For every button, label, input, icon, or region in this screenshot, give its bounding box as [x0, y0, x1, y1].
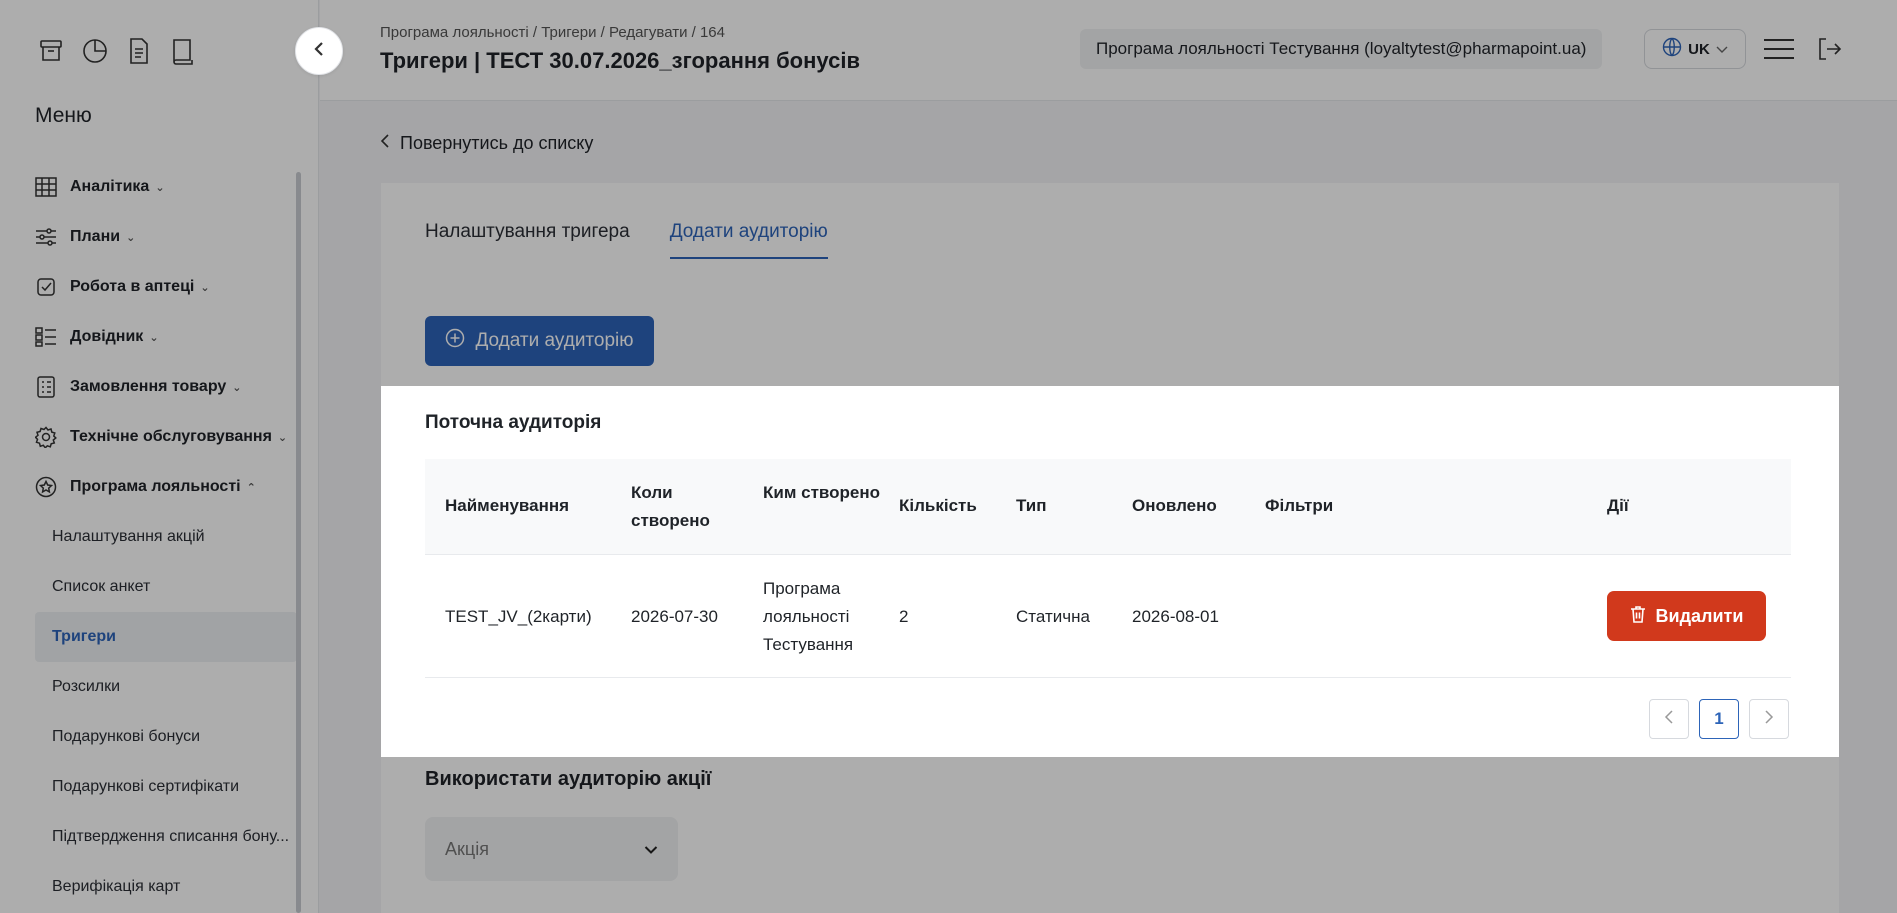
- cell-created-by: Програма лояльності Тестування: [763, 579, 854, 654]
- language-selector[interactable]: UK: [1644, 29, 1746, 69]
- sidebar: Меню Аналітика ⌄ Плани ⌄ Робота в аптеці ⌄ …: [0, 0, 319, 913]
- sidebar-item-orders[interactable]: Замовлення товару ⌄: [0, 362, 300, 412]
- current-audience-panel: Поточна аудиторія Найменування Коли ство…: [381, 386, 1839, 757]
- sidebar-subitem-promo-settings[interactable]: Налаштування акцій: [0, 512, 300, 562]
- chevron-down-icon: ⌄: [277, 431, 288, 444]
- star-badge-icon: [34, 475, 58, 499]
- sidebar-subitem-surveys[interactable]: Список анкет: [0, 562, 300, 612]
- cell-updated: 2026-08-01: [1132, 607, 1219, 626]
- chevron-up-icon: ⌃: [246, 481, 256, 494]
- chevron-down-icon: [1716, 41, 1728, 58]
- sidebar-item-label: Програма лояльності: [70, 478, 241, 495]
- sidebar-subitem-gift-bonuses[interactable]: Подарункові бонуси: [0, 712, 300, 762]
- clipboard-icon: [34, 375, 58, 399]
- chevron-down-icon: ⌄: [232, 381, 242, 394]
- sidebar-subitem-triggers[interactable]: Тригери: [35, 612, 297, 662]
- pagination: 1: [1649, 699, 1789, 739]
- sidebar-subitem-writeoff-confirmation[interactable]: Підтвердження списання бону...: [0, 812, 300, 862]
- account-badge[interactable]: Програма лояльності Тестування (loyaltyt…: [1080, 29, 1603, 69]
- pie-chart-icon[interactable]: [80, 36, 110, 66]
- column-header-updated: Оновлено: [1132, 496, 1217, 515]
- chevron-left-icon: [312, 41, 326, 62]
- plus-circle-icon: [445, 328, 465, 354]
- tab-trigger-settings[interactable]: Налаштування тригера: [425, 221, 630, 259]
- sidebar-item-analytics[interactable]: Аналітика ⌄: [0, 162, 300, 212]
- breadcrumb: Програма лояльності / Тригери / Редагува…: [380, 24, 725, 41]
- add-audience-label: Додати аудиторію: [475, 330, 634, 351]
- back-to-list-link[interactable]: Повернутись до списку: [380, 133, 593, 154]
- add-audience-button[interactable]: Додати аудиторію: [425, 316, 654, 366]
- checkbox-icon: [34, 275, 58, 299]
- back-label: Повернутись до списку: [400, 133, 594, 153]
- menu-title: Меню: [35, 104, 92, 127]
- chevron-down-icon: ⌄: [149, 331, 159, 344]
- sidebar-item-label: Довідник: [70, 328, 144, 345]
- chevron-down-icon: ⌄: [200, 281, 210, 294]
- sidebar-scrollbar[interactable]: [296, 172, 301, 913]
- sidebar-subitem-card-verification[interactable]: Верифікація карт: [0, 862, 300, 912]
- chevron-left-icon: [380, 133, 390, 154]
- sidebar-item-reference[interactable]: Довідник ⌄: [0, 312, 300, 362]
- sidebar-item-label: Технічне обслуговування: [70, 428, 272, 445]
- archive-icon[interactable]: [36, 36, 66, 66]
- sidebar-item-plans[interactable]: Плани ⌄: [0, 212, 300, 262]
- sidebar-item-label: Аналітика: [70, 178, 150, 195]
- page-1-button[interactable]: 1: [1699, 699, 1739, 739]
- sliders-icon: [34, 225, 58, 249]
- audience-table: Найменування Коли створено Ким створено …: [425, 459, 1791, 678]
- use-audience-title: Використати аудиторію акції: [425, 768, 712, 790]
- delete-button[interactable]: Видалити: [1607, 591, 1766, 641]
- column-header-created-by: Ким створено: [763, 483, 881, 502]
- sidebar-nav: Аналітика ⌄ Плани ⌄ Робота в аптеці ⌄ Довід…: [0, 162, 300, 912]
- sidebar-item-label: Плани: [70, 228, 121, 245]
- current-audience-title: Поточна аудиторія: [425, 412, 602, 433]
- globe-icon: [1662, 37, 1682, 61]
- grid-icon: [34, 175, 58, 199]
- chevron-left-icon: [1664, 709, 1674, 730]
- chevron-down-icon: [644, 839, 658, 860]
- column-header-actions: Дії: [1607, 496, 1629, 515]
- sidebar-subitem-gift-certificates[interactable]: Подарункові сертифікати: [0, 762, 300, 812]
- sidebar-item-label: Робота в аптеці: [70, 278, 195, 295]
- table-header: Найменування Коли створено Ким створено …: [425, 459, 1791, 555]
- column-header-count: Кількість: [899, 496, 977, 515]
- column-header-type: Тип: [1016, 496, 1047, 515]
- chevron-right-icon: [1764, 709, 1774, 730]
- cell-count: 2: [899, 607, 909, 626]
- sidebar-item-pharmacy-work[interactable]: Робота в аптеці ⌄: [0, 262, 300, 312]
- logout-icon[interactable]: [1814, 34, 1844, 64]
- tabs: Налаштування тригера Додати аудиторію: [425, 221, 828, 259]
- chevron-down-icon: ⌄: [126, 231, 136, 244]
- top-header: Програма лояльності / Тригери / Редагува…: [320, 0, 1897, 101]
- document-icon[interactable]: [124, 36, 154, 66]
- column-header-created: Коли створено: [631, 483, 710, 530]
- list-icon: [34, 325, 58, 349]
- page-title: Тригери | ТЕСТ 30.07.2026_згорання бонус…: [380, 48, 860, 73]
- sidebar-item-maintenance[interactable]: Технічне обслуговування ⌄: [0, 412, 300, 462]
- collapse-sidebar-button[interactable]: [295, 27, 343, 75]
- cell-name: TEST_JV_(2карти): [445, 607, 592, 626]
- sidebar-item-loyalty[interactable]: Програма лояльності ⌃: [0, 462, 300, 512]
- sidebar-item-label: Замовлення товару: [70, 378, 227, 395]
- promo-select[interactable]: Акція: [425, 817, 678, 881]
- cell-type: Статична: [1016, 607, 1090, 626]
- prev-page-button[interactable]: [1649, 699, 1689, 739]
- delete-label: Видалити: [1655, 605, 1744, 626]
- table-row: TEST_JV_(2карти) 2026-07-30 Програма лоя…: [425, 555, 1791, 678]
- next-page-button[interactable]: [1749, 699, 1789, 739]
- trash-icon: [1630, 605, 1646, 628]
- sidebar-subitem-mailings[interactable]: Розсилки: [0, 662, 300, 712]
- tab-add-audience[interactable]: Додати аудиторію: [669, 221, 828, 259]
- gear-icon: [34, 425, 58, 449]
- column-header-name: Найменування: [445, 496, 570, 515]
- hamburger-menu-icon[interactable]: [1762, 34, 1796, 64]
- language-code: UK: [1688, 40, 1710, 58]
- sidebar-top-icons: [36, 36, 198, 66]
- chevron-down-icon: ⌄: [155, 181, 165, 194]
- cell-created: 2026-07-30: [631, 607, 718, 626]
- column-header-filters: Фільтри: [1265, 496, 1334, 515]
- promo-select-placeholder: Акція: [445, 838, 489, 859]
- book-icon[interactable]: [168, 36, 198, 66]
